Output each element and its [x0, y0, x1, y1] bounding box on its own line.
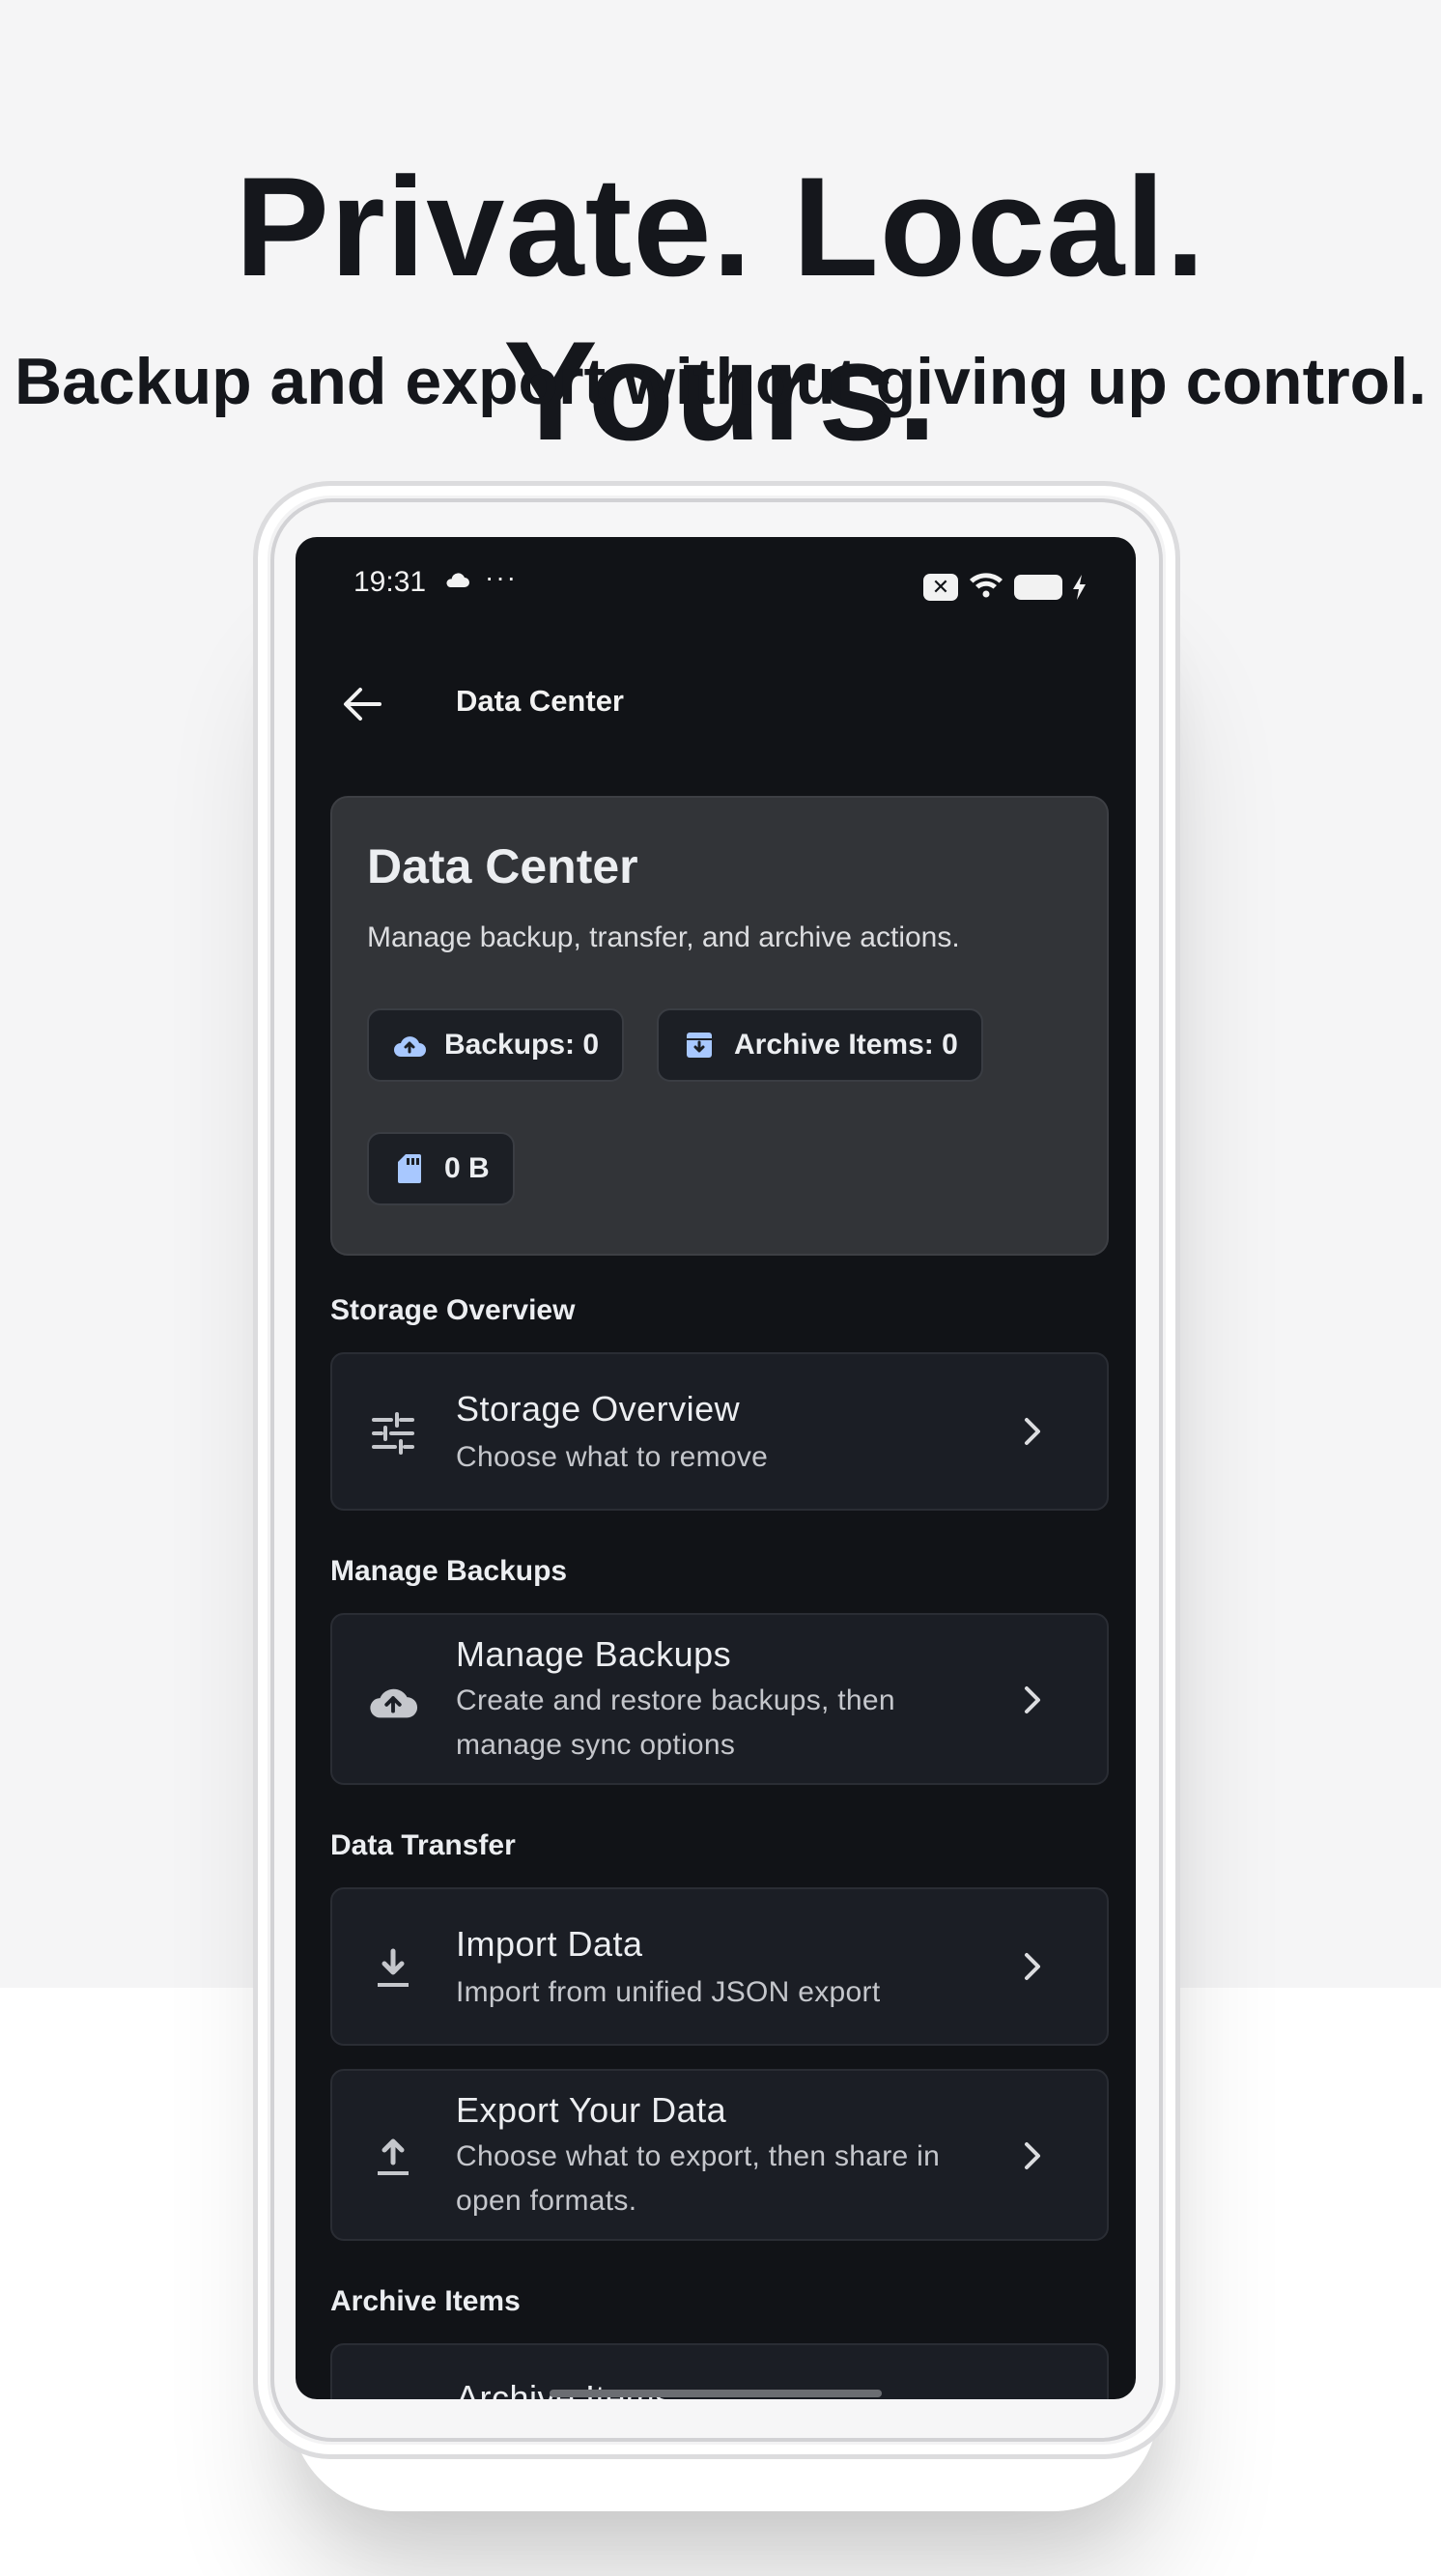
section-heading-archive: Archive Items: [330, 2285, 521, 2317]
storage-size-chip: 0 B: [367, 1132, 515, 1205]
backups-count-chip: Backups: 0: [367, 1008, 625, 1082]
notification-x-icon: ✕: [923, 573, 958, 601]
home-indicator[interactable]: [550, 2390, 882, 2397]
export-data-subtitle: Choose what to export, then share in ope…: [456, 2140, 941, 2217]
section-heading-storage: Storage Overview: [330, 1294, 576, 1326]
section-heading-backups: Manage Backups: [330, 1555, 568, 1587]
export-data-item[interactable]: Export Your Data Choose what to export, …: [330, 2069, 1109, 2241]
storage-overview-subtitle: Choose what to remove: [456, 1441, 769, 1473]
import-data-item[interactable]: Import Data Import from unified JSON exp…: [330, 1887, 1109, 2046]
page-title: Data Center: [456, 684, 624, 718]
archive-items-count-label: Archive Items: 0: [734, 1029, 958, 1061]
cloud-upload-icon: [392, 1028, 427, 1062]
chevron-right-icon: [1018, 2137, 1047, 2175]
summary-title: Data Center: [367, 839, 638, 893]
cloud-icon: [443, 566, 470, 596]
upload-icon: [367, 2131, 419, 2183]
manage-backups-title: Manage Backups: [456, 1634, 732, 1674]
data-center-summary-card: Data Center Manage backup, transfer, and…: [330, 796, 1109, 1256]
storage-overview-item[interactable]: Storage Overview Choose what to remove: [330, 1352, 1109, 1511]
arrow-left-icon: [344, 688, 381, 721]
storage-overview-title: Storage Overview: [456, 1389, 741, 1429]
sliders-icon: [367, 1407, 419, 1459]
import-data-subtitle: Import from unified JSON export: [456, 1976, 881, 2008]
wifi-icon: [968, 570, 1004, 604]
chevron-right-icon: [1018, 1947, 1047, 1986]
backups-count-label: Backups: 0: [444, 1029, 600, 1061]
manage-backups-item[interactable]: Manage Backups Create and restore backup…: [330, 1613, 1109, 1785]
battery-icon: [1014, 574, 1062, 600]
top-app-bar: Data Center: [296, 630, 1136, 775]
phone-screen: 19:31 ··· ✕ Data Center Data Center Mana…: [296, 537, 1136, 2399]
storage-size-label: 0 B: [444, 1152, 490, 1184]
status-icons: ✕: [923, 570, 1088, 604]
download-icon: [367, 1942, 419, 1995]
import-data-title: Import Data: [456, 1924, 643, 1964]
sd-card-icon: [392, 1151, 427, 1186]
status-time: 19:31: [353, 566, 427, 598]
status-bar: 19:31 ··· ✕: [296, 537, 1136, 630]
section-heading-transfer: Data Transfer: [330, 1829, 516, 1861]
back-button[interactable]: [328, 670, 396, 738]
charging-bolt-icon: [1072, 574, 1088, 600]
export-data-title: Export Your Data: [456, 2090, 727, 2130]
manage-backups-subtitle: Create and restore backups, then manage …: [456, 1684, 895, 1761]
cloud-upload-icon: [367, 1675, 419, 1727]
status-overflow-icon: ···: [485, 562, 518, 592]
chevron-right-icon: [1018, 1681, 1047, 1719]
archive-box-icon: [682, 1028, 717, 1062]
archive-items-count-chip: Archive Items: 0: [657, 1008, 983, 1082]
summary-description: Manage backup, transfer, and archive act…: [367, 921, 960, 953]
chevron-right-icon: [1018, 1412, 1047, 1451]
promo-subline: Backup and export without giving up cont…: [14, 345, 1427, 418]
